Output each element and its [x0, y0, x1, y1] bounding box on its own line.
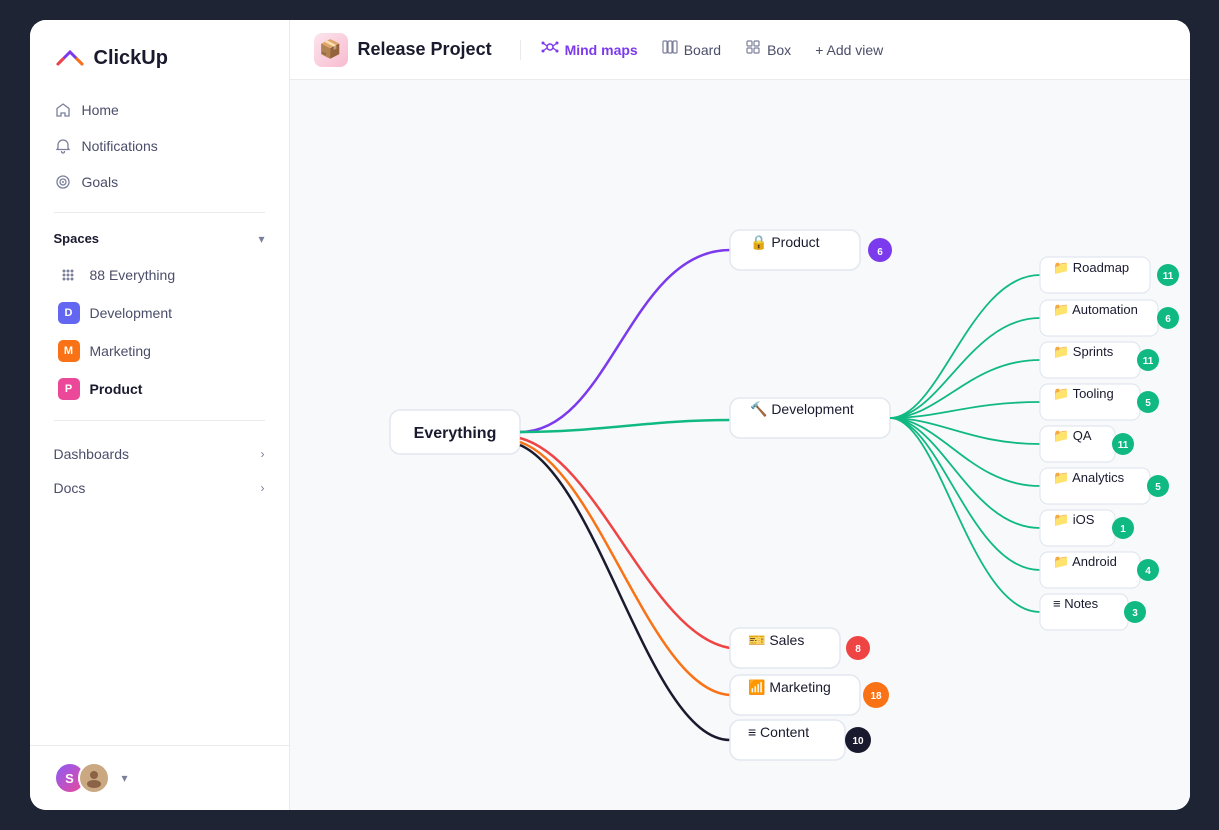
clickup-logo-icon: [54, 42, 86, 74]
sales-node-label: 🎫 Sales: [748, 632, 804, 648]
tab-board-label: Board: [684, 42, 721, 58]
space-everything-label: 88 Everything: [90, 267, 176, 283]
box-tab-icon: [745, 39, 761, 60]
project-icon: 📦: [314, 33, 348, 67]
sidebar-footer: S ▾: [30, 745, 289, 810]
analytics-badge: 5: [1155, 482, 1161, 493]
space-development-label: Development: [90, 305, 173, 321]
spaces-list: 88 Everything D Development M Marketing …: [30, 256, 289, 408]
docs-label: Docs: [54, 480, 86, 496]
tab-box-label: Box: [767, 42, 791, 58]
sidebar-divider-2: [54, 420, 265, 421]
goals-icon: [54, 173, 72, 191]
docs-chevron-icon: ›: [261, 481, 265, 495]
space-everything[interactable]: 88 Everything: [34, 256, 285, 294]
spaces-title: Spaces: [54, 231, 100, 246]
automation-badge: 6: [1165, 314, 1171, 325]
tab-board[interactable]: Board: [650, 33, 733, 66]
analytics-label: 📁 Analytics: [1053, 470, 1125, 485]
main-nav: Home Notifications Goals: [30, 92, 289, 200]
space-development[interactable]: D Development: [34, 294, 285, 332]
mindmaps-tab-icon: [541, 39, 559, 60]
content-node-label: ≡ Content: [748, 724, 809, 740]
nav-goals-label: Goals: [82, 174, 119, 190]
content-badge: 10: [852, 736, 864, 747]
tab-divider-1: [520, 40, 521, 60]
space-product[interactable]: P Product: [34, 370, 285, 408]
section-dashboards[interactable]: Dashboards ›: [42, 437, 277, 471]
mindmap-svg: Everything 🔒 Product 6 🔨 Development 📁 R…: [290, 80, 1190, 810]
logo-area: ClickUp: [30, 20, 289, 92]
product-node-label: 🔒 Product: [750, 234, 820, 251]
development-node-label: 🔨 Development: [750, 401, 854, 418]
space-marketing-label: Marketing: [90, 343, 151, 359]
sidebar-divider-1: [54, 212, 265, 213]
development-avatar: D: [58, 302, 80, 324]
center-node-label: Everything: [413, 425, 496, 442]
project-title: Release Project: [358, 39, 492, 60]
spaces-collapse-icon[interactable]: ▾: [258, 232, 264, 246]
roadmap-badge: 11: [1162, 271, 1173, 282]
android-label: 📁 Android: [1053, 554, 1117, 569]
qa-label: 📁 QA: [1053, 428, 1092, 443]
notes-badge: 3: [1132, 608, 1138, 619]
home-icon: [54, 101, 72, 119]
android-badge: 4: [1145, 566, 1151, 577]
product-avatar: P: [58, 378, 80, 400]
marketing-badge: 18: [870, 691, 882, 702]
add-view-label: + Add view: [815, 42, 883, 58]
topbar: 📦 Release Project Mind maps Board Box: [290, 20, 1190, 80]
tab-mindmaps[interactable]: Mind maps: [529, 33, 650, 66]
marketing-avatar: M: [58, 340, 80, 362]
nav-notifications[interactable]: Notifications: [42, 128, 277, 164]
sidebar: ClickUp Home Notifications Goals: [30, 20, 290, 810]
roadmap-label: 📁 Roadmap: [1053, 260, 1129, 275]
tooling-label: 📁 Tooling: [1053, 386, 1114, 401]
ios-label: 📁 iOS: [1053, 512, 1095, 527]
ios-badge: 1: [1120, 524, 1126, 535]
spaces-header: Spaces ▾: [30, 225, 289, 252]
footer-chevron-icon[interactable]: ▾: [122, 771, 128, 785]
docs-left: Docs: [54, 480, 86, 496]
everything-icon: [58, 264, 80, 286]
notes-label: ≡ Notes: [1053, 596, 1099, 611]
product-badge: 6: [877, 247, 883, 258]
avatar-group[interactable]: S: [54, 762, 110, 794]
automation-label: 📁 Automation: [1053, 302, 1138, 317]
sidebar-sections: Dashboards › Docs ›: [30, 433, 289, 509]
main-area: 📦 Release Project Mind maps Board Box: [290, 20, 1190, 810]
tooling-badge: 5: [1145, 398, 1151, 409]
marketing-node-label: 📶 Marketing: [748, 679, 831, 696]
tab-box[interactable]: Box: [733, 33, 803, 66]
bell-icon: [54, 137, 72, 155]
board-tab-icon: [662, 39, 678, 60]
nav-goals[interactable]: Goals: [42, 164, 277, 200]
sales-badge: 8: [855, 644, 861, 655]
space-marketing[interactable]: M Marketing: [34, 332, 285, 370]
nav-home-label: Home: [82, 102, 119, 118]
dashboards-label: Dashboards: [54, 446, 130, 462]
qa-badge: 11: [1117, 440, 1128, 451]
dashboards-chevron-icon: ›: [261, 447, 265, 461]
logo-text: ClickUp: [94, 47, 168, 70]
tab-mindmaps-label: Mind maps: [565, 42, 638, 58]
sprints-badge: 11: [1142, 356, 1153, 367]
space-product-label: Product: [90, 381, 143, 397]
add-view-button[interactable]: + Add view: [803, 36, 895, 64]
user-avatar-face: [78, 762, 110, 794]
section-docs[interactable]: Docs ›: [42, 471, 277, 505]
nav-home[interactable]: Home: [42, 92, 277, 128]
dashboards-left: Dashboards: [54, 446, 130, 462]
sprints-label: 📁 Sprints: [1053, 344, 1114, 359]
nav-notifications-label: Notifications: [82, 138, 158, 154]
app-container: ClickUp Home Notifications Goals: [30, 20, 1190, 810]
mindmap-canvas: Everything 🔒 Product 6 🔨 Development 📁 R…: [290, 80, 1190, 810]
